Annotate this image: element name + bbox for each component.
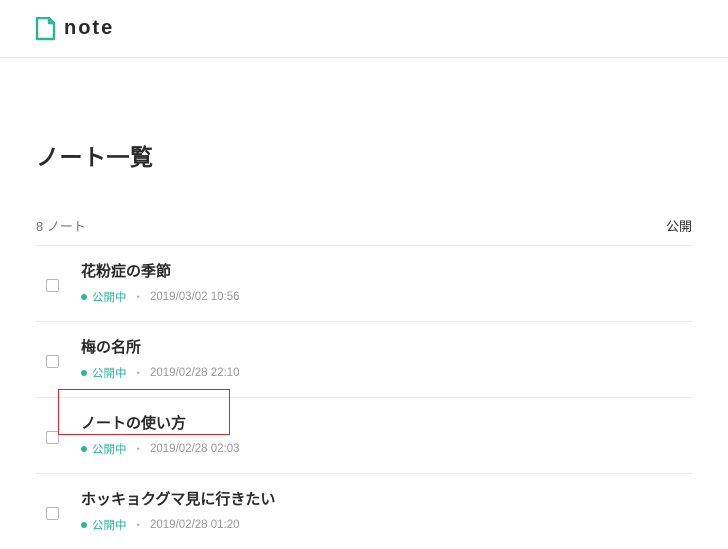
note-meta: 公開中 ・ 2019/02/28 22:10 [81,365,692,381]
status-text: 公開中 [92,441,127,457]
note-date: 2019/02/28 01:20 [150,519,240,531]
row-checkbox[interactable] [46,431,59,444]
meta-separator: ・ [133,365,145,381]
status-text: 公開中 [92,517,127,533]
note-date: 2019/02/28 02:03 [150,443,240,455]
status-text: 公開中 [92,365,127,381]
status-text: 公開中 [92,289,127,305]
count-value: 8 [36,219,43,234]
app-header: note [0,0,728,58]
row-checkbox[interactable] [46,355,59,368]
page-title: ノート一覧 [36,138,692,172]
note-icon [34,17,56,41]
status-dot-icon [81,294,87,300]
note-title[interactable]: ノートの使い方 [81,412,186,433]
note-title[interactable]: 梅の名所 [81,336,141,357]
row-body: ノートの使い方 公開中 ・ 2019/02/28 02:03 [81,412,692,457]
meta-separator: ・ [133,289,145,305]
brand-name: note [64,17,114,40]
note-count: 8 ノート [36,216,86,235]
row-body: ホッキョクグマ見に行きたい 公開中 ・ 2019/02/28 01:20 [81,488,692,533]
note-meta: 公開中 ・ 2019/02/28 02:03 [81,441,692,457]
status-dot-icon [81,446,87,452]
main-content: ノート一覧 8 ノート 公開 花粉症の季節 公開中 ・ 2019/03/02 1… [0,58,728,549]
row-body: 花粉症の季節 公開中 ・ 2019/03/02 10:56 [81,260,692,305]
note-title[interactable]: 花粉症の季節 [81,260,171,281]
publish-filter[interactable]: 公開 [666,216,692,235]
count-unit: ノート [47,219,86,234]
list-item: 花粉症の季節 公開中 ・ 2019/03/02 10:56 [36,245,692,321]
row-body: 梅の名所 公開中 ・ 2019/02/28 22:10 [81,336,692,381]
meta-separator: ・ [133,517,145,533]
count-row: 8 ノート 公開 [36,216,692,245]
note-list: 花粉症の季節 公開中 ・ 2019/03/02 10:56 梅の名所 公開中 ・… [36,245,692,549]
note-title[interactable]: ホッキョクグマ見に行きたい [81,488,275,509]
status-dot-icon [81,522,87,528]
status-dot-icon [81,370,87,376]
brand-logo[interactable]: note [34,17,114,41]
row-checkbox[interactable] [46,279,59,292]
note-meta: 公開中 ・ 2019/02/28 01:20 [81,517,692,533]
meta-separator: ・ [133,441,145,457]
list-item: 梅の名所 公開中 ・ 2019/02/28 22:10 [36,321,692,397]
row-checkbox[interactable] [46,507,59,520]
note-date: 2019/03/02 10:56 [150,291,240,303]
note-date: 2019/02/28 22:10 [150,367,240,379]
note-meta: 公開中 ・ 2019/03/02 10:56 [81,289,692,305]
list-item: ノートの使い方 公開中 ・ 2019/02/28 02:03 [36,397,692,473]
